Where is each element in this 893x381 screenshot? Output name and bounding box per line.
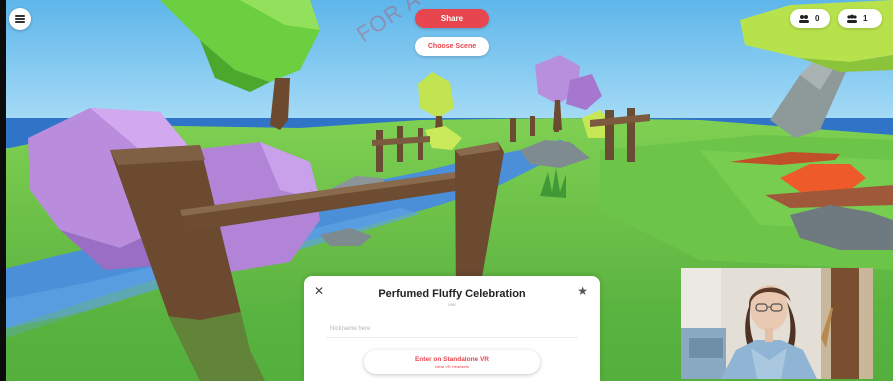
choose-scene-button[interactable]: Choose Scene	[415, 37, 489, 56]
left-edge-bar	[0, 0, 6, 381]
enter-vr-button[interactable]: Enter on Standalone VR Meta VR Headsets	[364, 350, 540, 374]
enter-vr-label: Enter on Standalone VR	[414, 355, 490, 363]
room-meta: UNK	[447, 302, 457, 307]
share-button[interactable]: Share	[415, 9, 489, 28]
participants-counter[interactable]: 1	[838, 9, 882, 28]
people-counter[interactable]: 0	[790, 9, 830, 28]
nickname-input[interactable]: Nickname here	[326, 320, 578, 338]
hamburger-icon	[15, 15, 25, 23]
participants-count: 1	[863, 14, 868, 23]
people-group-icon	[847, 14, 857, 23]
room-entry-panel: ✕ ★ Perfumed Fluffy Celebration UNK Nick…	[304, 276, 600, 381]
webcam-feed-image	[681, 268, 873, 379]
menu-button[interactable]	[9, 8, 31, 30]
webcam-video-overlay	[681, 268, 873, 379]
people-icon	[799, 14, 809, 23]
people-count: 0	[815, 14, 820, 23]
room-title: Perfumed Fluffy Celebration	[378, 288, 526, 300]
enter-vr-sublabel: Meta VR Headsets	[435, 363, 469, 369]
